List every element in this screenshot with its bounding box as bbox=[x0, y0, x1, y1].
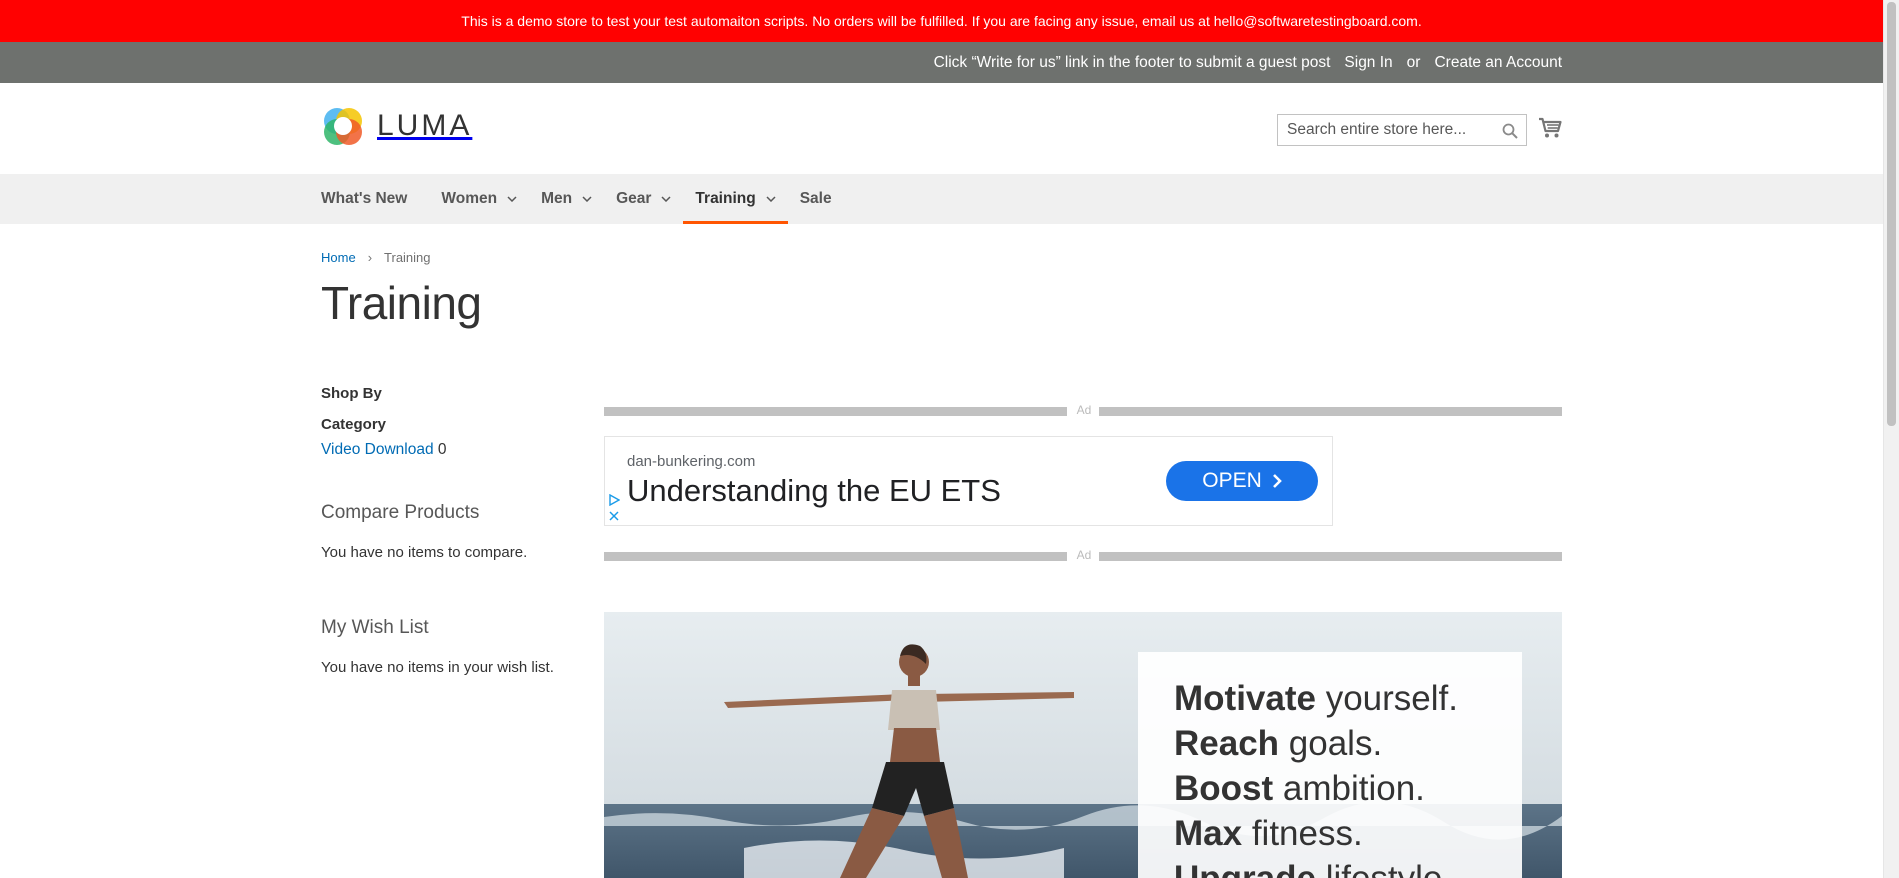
hero-line: Max fitness. bbox=[1174, 811, 1486, 856]
hero-line: Motivate yourself. bbox=[1174, 676, 1486, 721]
hero-line-bold: Upgrade bbox=[1174, 859, 1316, 878]
ad-label: Ad bbox=[1076, 403, 1092, 417]
filter-item-link[interactable]: Video Download bbox=[321, 441, 434, 458]
breadcrumb-current: Training bbox=[384, 250, 431, 265]
ad-open-label: OPEN bbox=[1202, 469, 1262, 492]
shop-by-title: Shop By bbox=[321, 385, 382, 402]
ad-divider-line bbox=[1099, 407, 1562, 416]
hero-line-bold: Reach bbox=[1174, 724, 1280, 763]
nav-item-label: What's New bbox=[321, 190, 408, 207]
ad-divider-line bbox=[604, 407, 1067, 416]
nav-item-label: Men bbox=[541, 190, 573, 207]
nav-item-label: Women bbox=[441, 190, 498, 207]
breadcrumb-home-link[interactable]: Home bbox=[321, 250, 356, 265]
chevron-down-icon bbox=[507, 196, 517, 202]
breadcrumb: Home › Training bbox=[321, 250, 431, 265]
compare-products-block: Compare Products You have no items to co… bbox=[321, 502, 527, 561]
wishlist-block: My Wish List You have no items in your w… bbox=[321, 617, 554, 676]
nav-item-men[interactable]: Men bbox=[541, 174, 592, 224]
demo-banner-text: This is a demo store to test your test a… bbox=[461, 13, 1422, 29]
create-account-link[interactable]: Create an Account bbox=[1434, 54, 1562, 72]
close-icon[interactable] bbox=[608, 510, 620, 522]
nav-item-whats-new[interactable]: What's New bbox=[321, 174, 407, 224]
chevron-down-icon bbox=[766, 196, 776, 202]
chevron-right-icon bbox=[1272, 474, 1282, 488]
ad-banner[interactable]: dan-bunkering.com Understanding the EU E… bbox=[604, 436, 1333, 526]
compare-empty-text: You have no items to compare. bbox=[321, 544, 528, 561]
cart-icon[interactable] bbox=[1538, 117, 1562, 139]
page-title: Training bbox=[321, 277, 482, 329]
hero-line: Upgrade lifestyle. bbox=[1174, 856, 1486, 878]
nav-item-women[interactable]: Women bbox=[441, 174, 517, 224]
search-input[interactable] bbox=[1278, 115, 1488, 145]
chevron-down-icon bbox=[661, 196, 671, 202]
hero-line-bold: Motivate bbox=[1174, 679, 1316, 718]
ad-label: Ad bbox=[1076, 548, 1092, 562]
wishlist-title: My Wish List bbox=[321, 617, 429, 638]
filter-item: Video Download 0 bbox=[321, 441, 581, 459]
hero-line-rest: goals. bbox=[1279, 724, 1383, 763]
ad-divider-line bbox=[1099, 552, 1562, 561]
ad-domain: dan-bunkering.com bbox=[627, 453, 756, 470]
compare-products-title: Compare Products bbox=[321, 502, 480, 523]
hero-line: Boost ambition. bbox=[1174, 766, 1486, 811]
logo-wordmark: LUMA bbox=[377, 109, 473, 142]
header-panel: Click “Write for us” link in the footer … bbox=[0, 42, 1883, 83]
training-hero-banner[interactable]: Motivate yourself. Reach goals. Boost am… bbox=[604, 612, 1562, 878]
adchoices-icon[interactable] bbox=[608, 494, 620, 506]
search-icon[interactable] bbox=[1502, 123, 1518, 139]
nav-item-label: Gear bbox=[616, 190, 652, 207]
nav-item-label: Training bbox=[695, 190, 756, 207]
ad-top-divider: Ad bbox=[604, 403, 1562, 417]
store-logo[interactable]: LUMA bbox=[321, 104, 472, 148]
filter-item-count: 0 bbox=[437, 441, 447, 458]
hero-line: Reach goals. bbox=[1174, 721, 1486, 766]
nav-item-sale[interactable]: Sale bbox=[800, 174, 832, 224]
sign-in-link[interactable]: Sign In bbox=[1344, 54, 1392, 72]
chevron-down-icon bbox=[582, 196, 592, 202]
wishlist-empty-text: You have no items in your wish list. bbox=[321, 659, 554, 676]
hero-line-bold: Boost bbox=[1174, 769, 1274, 808]
ad-divider-line bbox=[604, 552, 1067, 561]
hero-text-panel: Motivate yourself. Reach goals. Boost am… bbox=[1138, 652, 1522, 878]
nav-item-label: Sale bbox=[799, 190, 832, 207]
page-scrollbar[interactable] bbox=[1883, 0, 1899, 878]
ad-bottom-divider: Ad bbox=[604, 548, 1562, 562]
hero-line-rest: yourself. bbox=[1315, 679, 1458, 718]
hero-line-bold: Max bbox=[1174, 814, 1243, 853]
layered-navigation: Shop By Category Video Download 0 bbox=[321, 385, 581, 459]
chevron-right-icon: › bbox=[367, 250, 373, 265]
or-separator: or bbox=[1406, 53, 1421, 71]
ad-open-button[interactable]: OPEN bbox=[1166, 461, 1318, 501]
hero-line-rest: lifestyle. bbox=[1316, 859, 1452, 878]
demo-store-banner: This is a demo store to test your test a… bbox=[0, 0, 1883, 42]
guest-post-notice: Click “Write for us” link in the footer … bbox=[933, 53, 1331, 71]
nav-item-gear[interactable]: Gear bbox=[616, 174, 671, 224]
luma-logo-icon bbox=[324, 108, 362, 145]
main-navigation: What's New Women Men Gear Training Sale bbox=[0, 174, 1883, 224]
filter-category-title[interactable]: Category bbox=[321, 416, 581, 433]
search-box bbox=[1277, 114, 1527, 146]
hero-line-rest: ambition. bbox=[1273, 769, 1425, 808]
hero-line-rest: fitness. bbox=[1242, 814, 1363, 853]
scrollbar-thumb[interactable] bbox=[1887, 2, 1896, 426]
nav-item-training[interactable]: Training bbox=[683, 174, 789, 224]
ad-headline[interactable]: Understanding the EU ETS bbox=[627, 473, 1001, 509]
